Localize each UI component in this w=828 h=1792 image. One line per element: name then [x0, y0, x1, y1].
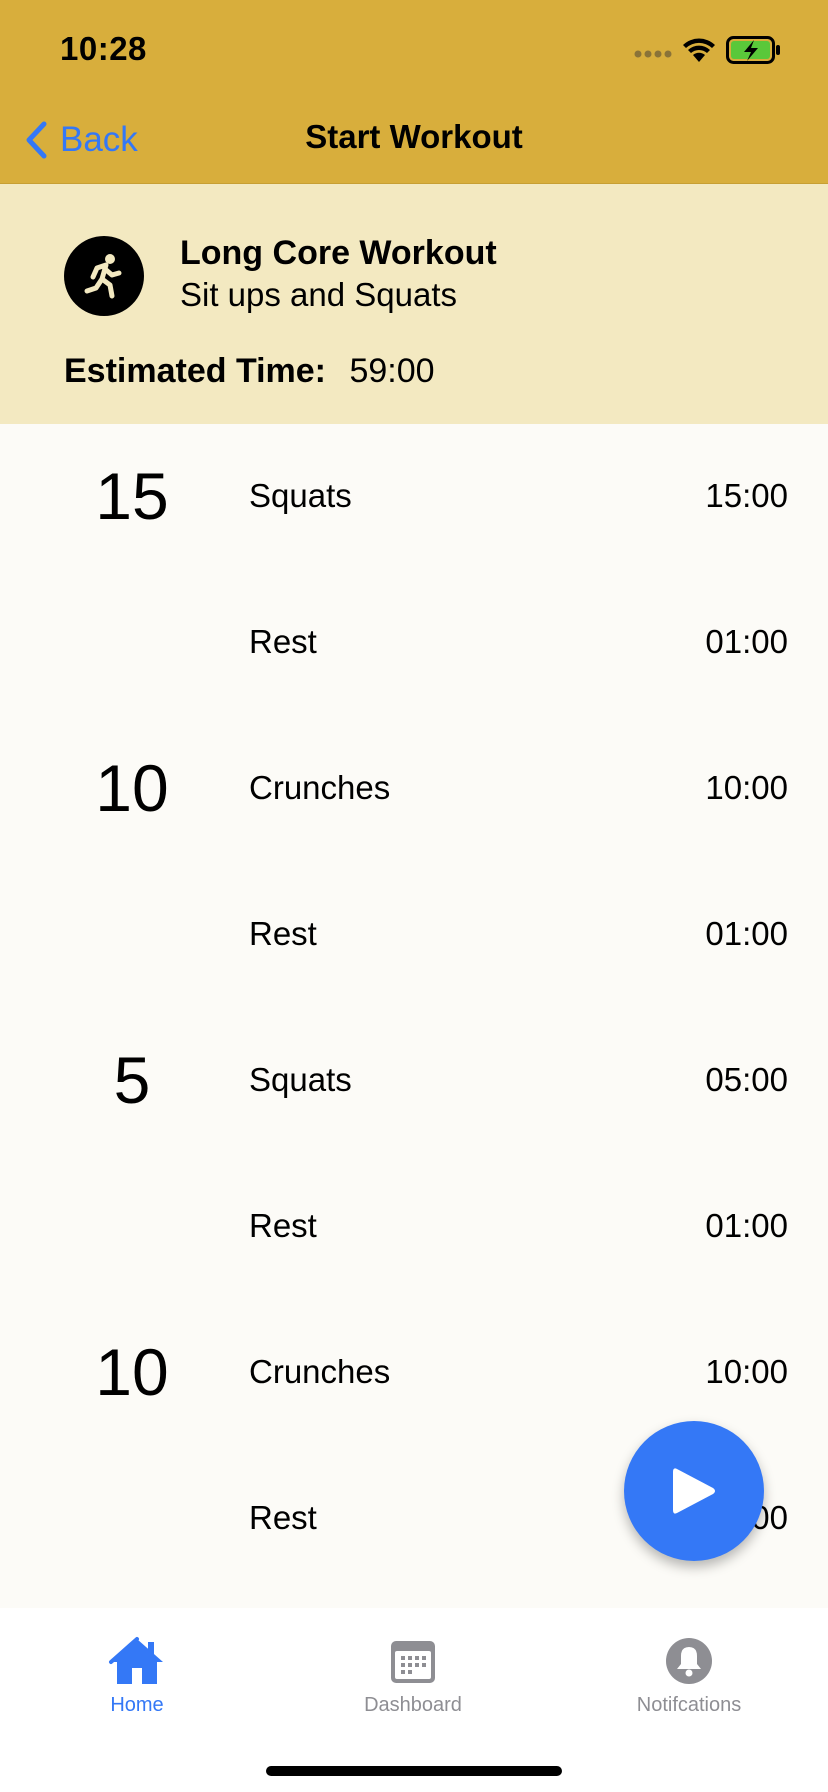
tab-label: Notifcations [636, 1694, 742, 1716]
exercise-row[interactable]: Rest 01:00 [0, 862, 828, 1008]
home-indicator[interactable] [266, 1766, 562, 1776]
workout-name: Long Core Workout [180, 234, 497, 272]
estimated-time: Estimated Time: 59:00 [64, 352, 435, 391]
exercise-name: Rest [249, 623, 317, 660]
exercise-reps: 15 [95, 459, 169, 533]
exercise-name: Squats [249, 1061, 352, 1098]
exercise-row[interactable]: Rest 01:00 [0, 570, 828, 716]
exercise-name: Squats [249, 477, 352, 514]
home-icon [109, 1637, 163, 1684]
tab-label: Home [110, 1694, 164, 1716]
exercise-name: Rest [249, 1499, 317, 1536]
tab-home[interactable]: Home [37, 1636, 237, 1717]
exercise-name: Crunches [249, 769, 391, 806]
exercise-time: 01:00 [705, 1207, 788, 1244]
calendar-icon [391, 1641, 435, 1683]
exercise-reps: 10 [95, 1335, 169, 1409]
exercise-time: 15:00 [705, 477, 788, 514]
exercise-time: 10:00 [705, 769, 788, 806]
tab-dashboard[interactable]: Dashboard [313, 1636, 513, 1717]
exercise-reps: 5 [113, 1043, 151, 1117]
navigation-bar: 10:28 Back Start Workout [0, 0, 828, 184]
exercise-row[interactable]: 15 Squats 15:00 [0, 424, 828, 570]
start-workout-play-button[interactable] [624, 1421, 764, 1561]
estimated-time-value: 59:00 [349, 352, 435, 390]
play-icon [673, 1468, 715, 1514]
exercise-name: Rest [249, 1207, 317, 1244]
estimated-time-label: Estimated Time: [64, 352, 327, 390]
status-icons [614, 32, 794, 68]
bell-icon [666, 1638, 712, 1684]
page-title: Start Workout [305, 118, 523, 155]
exercise-time: 10:00 [705, 1353, 788, 1390]
exercise-time: 05:00 [705, 1061, 788, 1098]
exercise-time: 01:00 [705, 623, 788, 660]
workout-summary: Long Core Workout Sit ups and Squats Est… [0, 184, 828, 424]
tab-notifications[interactable]: Notifcations [589, 1636, 789, 1717]
battery-charging-icon [726, 36, 780, 64]
tab-label: Dashboard [364, 1694, 462, 1716]
exercise-name: Rest [249, 915, 317, 952]
exercise-row[interactable]: Rest 01:00 [0, 1154, 828, 1300]
exercise-reps: 10 [95, 751, 169, 825]
exercise-row[interactable]: 10 Crunches 10:00 [0, 716, 828, 862]
workout-subtitle: Sit ups and Squats [180, 276, 458, 313]
tab-bar: Home Dashboard Notifcations [0, 1608, 828, 1792]
exercise-row[interactable]: 5 Squats 05:00 [0, 1008, 828, 1154]
exercise-time: 01:00 [705, 915, 788, 952]
wifi-icon [683, 38, 715, 62]
status-time: 10:28 [60, 30, 147, 67]
cellular-dots-icon [634, 50, 672, 58]
exercise-name: Crunches [249, 1353, 391, 1390]
running-person-icon [64, 236, 144, 316]
